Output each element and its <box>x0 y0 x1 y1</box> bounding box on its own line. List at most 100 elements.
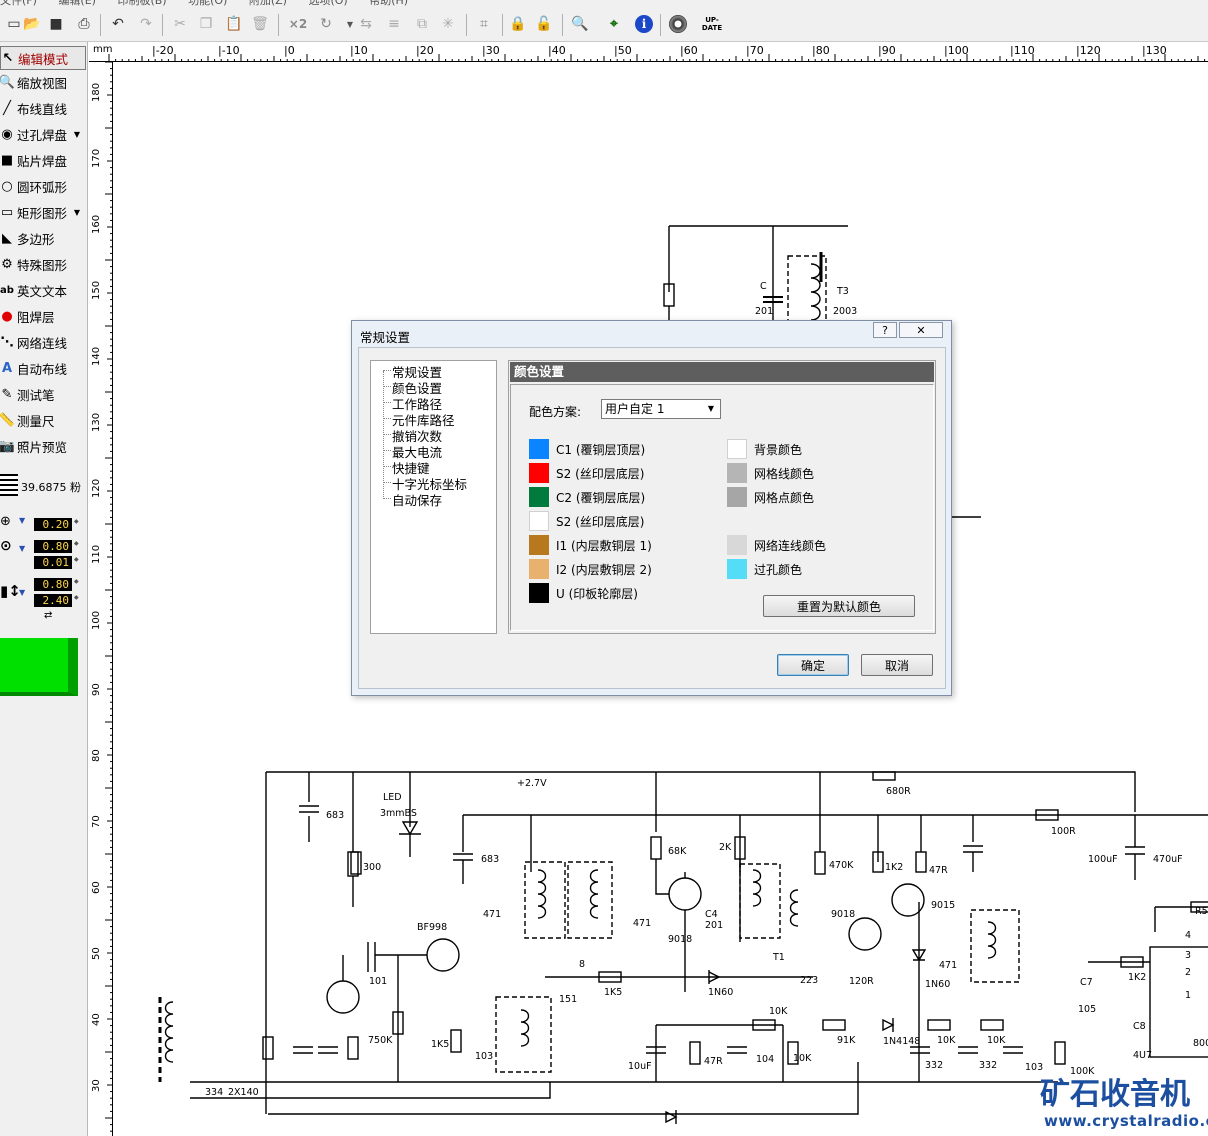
tool-via-pad[interactable]: ◉ 过孔焊盘 ▼ <box>0 122 86 146</box>
tool-text[interactable]: ab 英文文本 <box>0 278 86 302</box>
group-icon[interactable]: ⧉ <box>412 14 432 34</box>
cancel-button[interactable]: 取消 <box>861 654 933 676</box>
close-button[interactable]: ✕ <box>899 322 943 338</box>
grid-icon[interactable] <box>0 474 18 496</box>
print-icon[interactable]: ⎙ <box>74 14 94 34</box>
tool-solder-mask[interactable]: ● 阻焊层 <box>0 304 86 328</box>
tool-circle-arc[interactable]: ○ 圆环弧形 <box>0 174 86 198</box>
settings-tree: 常规设置 颜色设置 工作路径 元件库路径 撤销次数 最大电流 快捷键 十字光标坐… <box>370 360 497 634</box>
color-row-via[interactable]: 过孔颜色 <box>727 559 802 579</box>
color-row-c2[interactable]: C2 (覆铜层底层) <box>529 487 645 507</box>
color-row-i1[interactable]: I1 (内层敷铜层 1) <box>529 535 652 555</box>
smd-width-field[interactable]: 0.80 <box>34 578 72 591</box>
color-swatch[interactable] <box>529 535 549 555</box>
color-row-s2-bottom[interactable]: S2 (丝印层底层) <box>529 511 644 531</box>
active-layer-color[interactable] <box>0 638 78 696</box>
general-settings-dialog: 常规设置 ? ✕ 常规设置 颜色设置 工作路径 元件库路径 撤销次数 最大电流 … <box>351 320 952 696</box>
color-row-grid-dot[interactable]: 网格点颜色 <box>727 487 814 507</box>
color-swatch[interactable] <box>529 439 549 459</box>
snap-icon[interactable]: ⌖ <box>604 14 624 34</box>
lock-icon[interactable]: 🔒 <box>508 14 528 34</box>
component-label: BF998 <box>417 922 447 933</box>
smd-width-spinner[interactable]: ◆ <box>74 578 79 591</box>
paste-icon[interactable]: 📋 <box>224 14 244 34</box>
tool-line[interactable]: ╱ 布线直线 <box>0 96 86 120</box>
gear-icon[interactable] <box>668 14 688 34</box>
tool-ruler[interactable]: 📏 测量尺 <box>0 408 86 432</box>
tool-net-link[interactable]: ⋱ 网络连线 <box>0 330 86 354</box>
ruler-label: |120 <box>1076 44 1101 57</box>
component-icon[interactable]: ✳ <box>438 14 458 34</box>
color-row-background[interactable]: 背景颜色 <box>727 439 802 459</box>
redo-icon[interactable]: ↷ <box>136 14 156 34</box>
smd-height-spinner[interactable]: ◆ <box>74 594 79 607</box>
tool-polygon[interactable]: ◣ 多边形 <box>0 226 86 250</box>
net-icon[interactable]: ⌗ <box>474 14 494 34</box>
smd-height-field[interactable]: 2.40 <box>34 594 72 607</box>
ok-button[interactable]: 确定 <box>777 654 849 676</box>
color-swatch[interactable] <box>727 439 747 459</box>
tree-item-autosave[interactable]: 自动保存 <box>392 490 442 509</box>
help-button[interactable]: ? <box>873 322 897 338</box>
tool-autoroute[interactable]: A 自动布线 <box>0 356 86 380</box>
tool-smd-pad[interactable]: ■ 贴片焊盘 <box>0 148 86 172</box>
color-row-c1[interactable]: C1 (覆铜层顶层) <box>529 439 645 459</box>
tool-rectangle[interactable]: ▭ 矩形图形 ▼ <box>0 200 86 224</box>
undo-icon[interactable]: ↶ <box>108 14 128 34</box>
duplicate-x2-icon[interactable]: ×2 <box>286 14 310 34</box>
pad-inner-field[interactable]: 0.01 <box>34 556 72 569</box>
pad-outer-spinner[interactable]: ◆ <box>74 540 79 553</box>
color-swatch[interactable] <box>727 535 747 555</box>
track-width-field[interactable]: 0.20 <box>34 518 72 531</box>
info-icon[interactable]: i <box>634 14 654 34</box>
pad-inner-spinner[interactable]: ◆ <box>74 556 79 569</box>
grid-value[interactable]: 39.6875 粉 <box>21 479 81 495</box>
tool-special-shape[interactable]: ⚙ 特殊图形 <box>0 252 86 276</box>
scheme-select[interactable]: 用户自定 1 ▼ <box>601 399 721 419</box>
color-row-s2[interactable]: S2 (丝印层底层) <box>529 463 644 483</box>
rectangle-icon: ▭ <box>0 204 14 220</box>
rotate-icon[interactable]: ↻ <box>316 14 336 34</box>
ruler-label: 170 <box>91 148 102 168</box>
color-row-net-link[interactable]: 网络连线颜色 <box>727 535 826 555</box>
color-row-i2[interactable]: I2 (内层敷铜层 2) <box>529 559 652 579</box>
chevron-down-icon[interactable]: ▼ <box>19 544 25 553</box>
tool-probe[interactable]: ✎ 测试笔 <box>0 382 86 406</box>
open-icon[interactable]: 📂 <box>22 14 42 34</box>
save-icon[interactable]: ■ <box>46 14 66 34</box>
color-swatch[interactable] <box>529 511 549 531</box>
color-swatch[interactable] <box>727 559 747 579</box>
color-row-u[interactable]: U (印板轮廓层) <box>529 583 638 603</box>
chevron-down-icon[interactable]: ▼ <box>74 208 80 217</box>
pad-outer-field[interactable]: 0.80 <box>34 540 72 553</box>
mirror-icon[interactable]: ⇆ <box>356 14 376 34</box>
zoom-icon[interactable]: 🔍 <box>570 14 590 34</box>
color-swatch[interactable] <box>727 463 747 483</box>
delete-icon[interactable]: 🗑 <box>250 14 270 34</box>
tool-zoom-view[interactable]: 🔍 缩放视图 <box>0 70 86 94</box>
new-icon[interactable]: ▭ <box>4 14 24 34</box>
watermark-logo-text: 矿石收音机 <box>1040 1077 1190 1112</box>
tool-edit-mode[interactable]: ↖ 编辑模式 <box>0 46 86 70</box>
unlock-icon[interactable]: 🔓 <box>534 14 554 34</box>
component-label: 47R <box>704 1056 723 1067</box>
update-icon[interactable]: UP- DATE <box>700 14 724 34</box>
chevron-down-icon[interactable]: ▼ <box>74 130 80 139</box>
color-swatch[interactable] <box>529 463 549 483</box>
ruler-label: |90 <box>878 44 896 57</box>
color-swatch[interactable] <box>727 487 747 507</box>
cut-icon[interactable]: ✂ <box>170 14 190 34</box>
swap-icon[interactable]: ⇄ <box>44 610 52 621</box>
reset-colors-button[interactable]: 重置为默认颜色 <box>763 595 915 617</box>
align-icon[interactable]: ≡ <box>384 14 404 34</box>
color-row-grid-line[interactable]: 网格线颜色 <box>727 463 814 483</box>
color-swatch[interactable] <box>529 583 549 603</box>
chevron-down-icon[interactable]: ▼ <box>19 516 25 525</box>
copy-icon[interactable]: ❐ <box>196 14 216 34</box>
chevron-down-icon[interactable]: ▼ <box>19 588 25 597</box>
component-label: 680R <box>886 786 911 797</box>
color-swatch[interactable] <box>529 487 549 507</box>
track-width-spinner[interactable]: ◆ <box>74 518 79 531</box>
color-swatch[interactable] <box>529 559 549 579</box>
tool-photo-preview[interactable]: 📷 照片预览 <box>0 434 86 458</box>
